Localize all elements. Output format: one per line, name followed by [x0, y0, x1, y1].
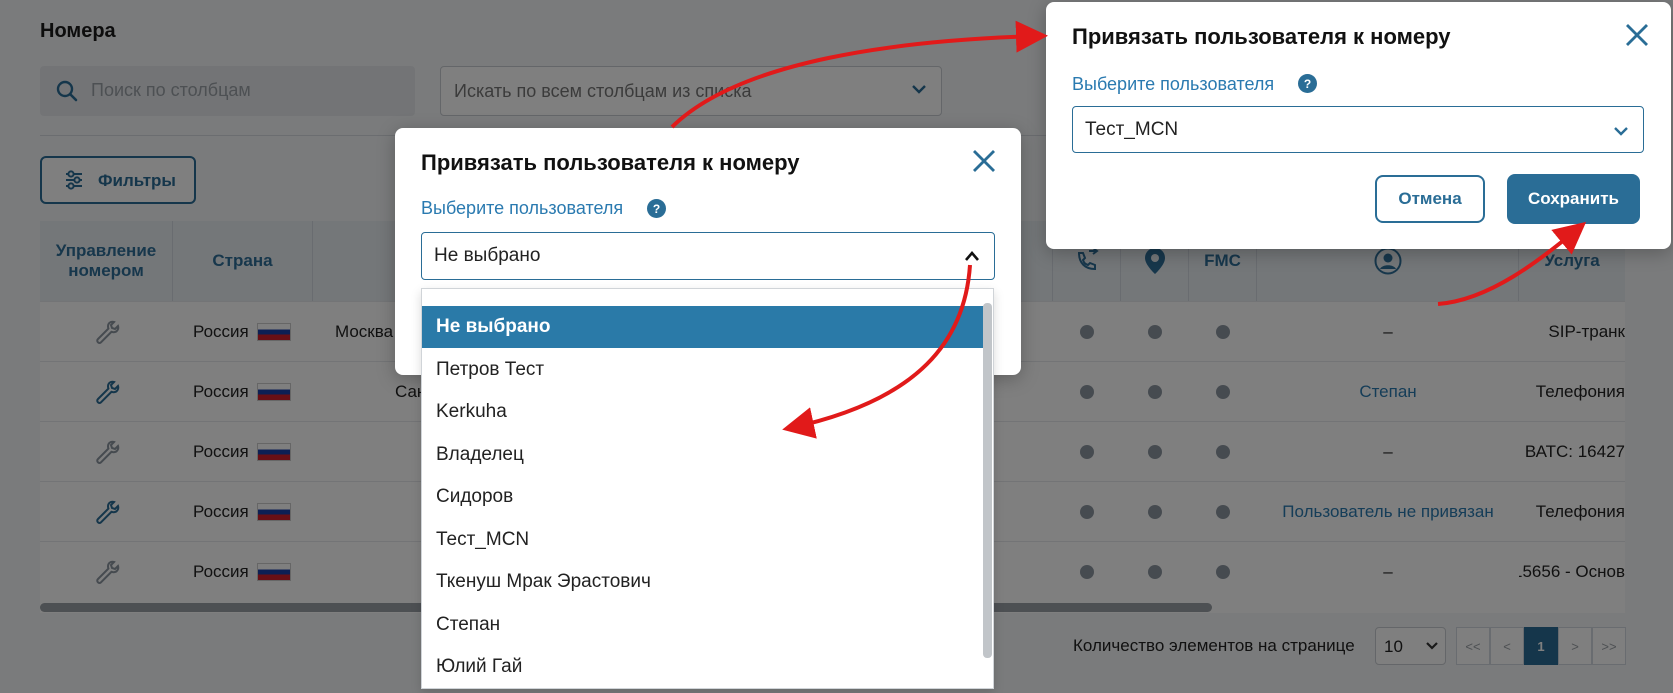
close-icon[interactable]	[1624, 22, 1650, 48]
user-dropdown-list: Не выбрано Петров Тест Kerkuha Владелец Сидо…	[421, 288, 994, 689]
user-select[interactable]: Тест_MCN	[1072, 106, 1644, 153]
close-icon[interactable]	[971, 148, 997, 174]
modal-title: Привязать пользователя к номеру	[1072, 24, 1451, 49]
dropdown-option[interactable]: Юлий Гай	[422, 646, 984, 688]
dropdown-option[interactable]: Kerkuha	[422, 391, 984, 433]
modal-title: Привязать пользователя к номеру	[421, 150, 800, 175]
help-icon[interactable]: ?	[647, 199, 666, 218]
dropdown-option[interactable]: Тест_MCN	[422, 519, 984, 561]
chevron-up-icon	[965, 251, 979, 261]
user-select-value: Тест_MCN	[1085, 119, 1179, 140]
user-select-label: Выберите пользователя	[1072, 74, 1275, 94]
dropdown-option[interactable]: Степан	[422, 604, 984, 646]
save-button[interactable]: Сохранить	[1507, 174, 1640, 224]
dropdown-option[interactable]: Ткенуш Мрак Эрастович	[422, 561, 984, 603]
dropdown-option[interactable]: Владелец	[422, 434, 984, 476]
dropdown-option[interactable]: Сидоров	[422, 476, 984, 518]
bind-user-modal-selected: Привязать пользователя к номеру Выберите…	[1046, 2, 1671, 249]
user-select-value: Не выбрано	[434, 245, 541, 266]
user-select-label: Выберите пользователя	[421, 198, 624, 218]
dropdown-option[interactable]: Не выбрано	[422, 306, 984, 348]
dropdown-scrollbar[interactable]	[983, 303, 992, 658]
dropdown-option[interactable]: Петров Тест	[422, 349, 984, 391]
chevron-down-icon	[1614, 127, 1628, 136]
user-select[interactable]: Не выбрано	[421, 232, 995, 280]
cancel-button[interactable]: Отмена	[1375, 175, 1485, 223]
help-icon[interactable]: ?	[1298, 74, 1317, 93]
